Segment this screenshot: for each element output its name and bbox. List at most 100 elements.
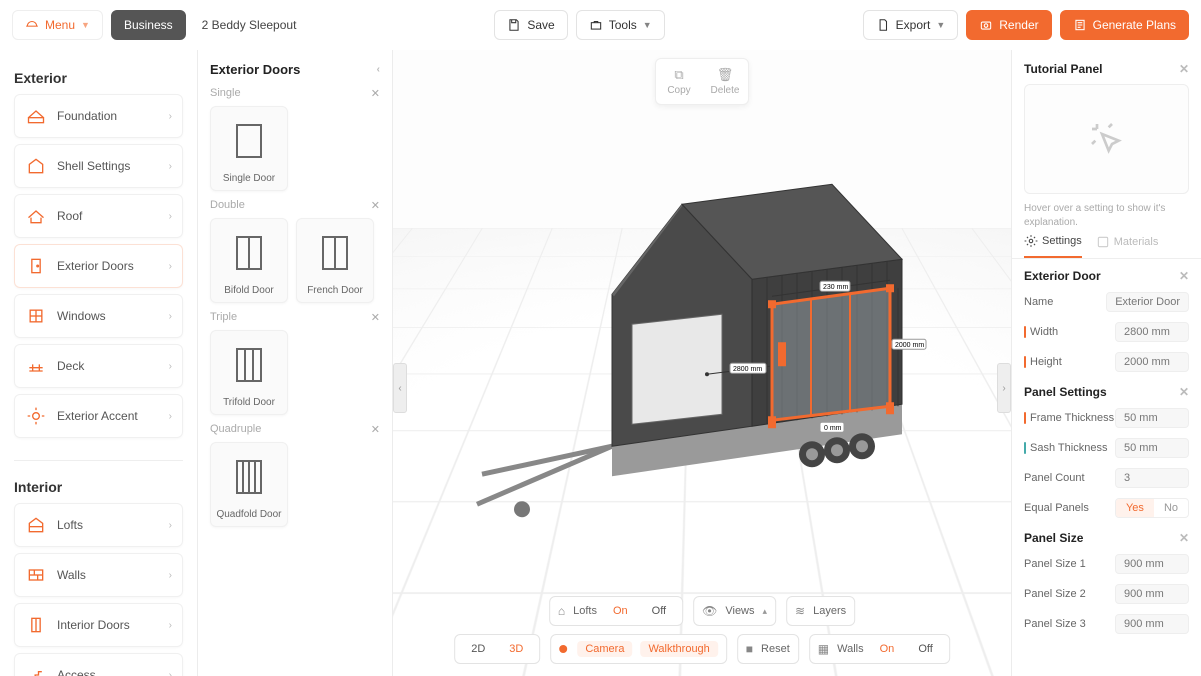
field-height-value[interactable]: 2000 mm	[1115, 352, 1189, 372]
views-dropdown[interactable]: 👁Views▴	[693, 596, 776, 626]
sidebar-exterior-title: Exterior	[14, 64, 183, 94]
sidebar-item-label: Lofts	[57, 518, 159, 532]
panel-size-value[interactable]: 900 mm	[1115, 584, 1189, 604]
close-icon[interactable]: ✕	[371, 87, 380, 100]
sidebar-item-shell-settings[interactable]: Shell Settings›	[14, 144, 183, 188]
close-icon[interactable]: ✕	[371, 423, 380, 436]
hardhat-icon	[25, 18, 39, 32]
door-thumb	[215, 449, 283, 505]
field-width-value[interactable]: 2800 mm	[1115, 322, 1189, 342]
trash-icon: 🗑	[708, 67, 742, 83]
dim-top: 230 mm	[823, 284, 848, 291]
collapse-left-handle[interactable]: ‹	[393, 363, 407, 413]
door-card-trifold-door[interactable]: Trifold Door	[210, 330, 288, 415]
field-sash-value[interactable]: 50 mm	[1115, 438, 1189, 458]
chevron-right-icon: ›	[169, 520, 172, 531]
door-card-label: Trifold Door	[215, 397, 283, 408]
sidebar-item-exterior-doors[interactable]: Exterior Doors›	[14, 244, 183, 288]
close-icon[interactable]: ✕	[1179, 385, 1189, 399]
file-icon	[876, 18, 890, 32]
sidebar-item-interior-doors[interactable]: Interior Doors›	[14, 603, 183, 647]
tab-materials[interactable]: Materials	[1096, 234, 1159, 258]
project-name: 2 Beddy Sleepout	[202, 18, 297, 32]
door-card-bifold-door[interactable]: Bifold Door	[210, 218, 288, 303]
sidebar-item-deck[interactable]: Deck ›	[14, 344, 183, 388]
chevron-up-icon: ▴	[763, 606, 768, 617]
door-thumb	[301, 225, 369, 281]
sidebar-item-label: Exterior Doors	[57, 259, 159, 273]
section-exterior-door: Exterior Door	[1024, 269, 1101, 283]
close-icon[interactable]: ✕	[371, 199, 380, 212]
copy-button[interactable]: ⧉Copy	[656, 59, 702, 104]
eye-icon: 👁	[702, 604, 717, 618]
equal-panels-toggle[interactable]: YesNo	[1115, 498, 1189, 518]
sidebar-item-foundation[interactable]: Foundation›	[14, 94, 183, 138]
tab-settings[interactable]: Settings	[1024, 234, 1082, 258]
door-card-quadfold-door[interactable]: Quadfold Door	[210, 442, 288, 527]
business-tag[interactable]: Business	[111, 10, 186, 40]
sidebar: Exterior Foundation› Shell Settings› Roof›…	[0, 50, 198, 676]
tools-button[interactable]: Tools ▼	[576, 10, 665, 40]
close-icon[interactable]: ✕	[1179, 531, 1189, 545]
field-count-value[interactable]: 3	[1115, 468, 1189, 488]
view-mode-toggle[interactable]: 2D3D	[454, 634, 540, 664]
exterior-doors-icon	[25, 255, 47, 277]
field-width-label: Width	[1030, 326, 1058, 338]
panel-size-label: Panel Size 1	[1024, 558, 1086, 570]
close-icon[interactable]: ✕	[1179, 269, 1189, 283]
chevron-left-icon[interactable]: ‹	[377, 64, 380, 75]
chevron-right-icon: ›	[169, 361, 172, 372]
door-card-label: Quadfold Door	[215, 509, 283, 520]
sidebar-item-exterior-accent[interactable]: Exterior Accent›	[14, 394, 183, 438]
sidebar-item-walls[interactable]: Walls›	[14, 553, 183, 597]
close-icon[interactable]: ✕	[1179, 62, 1189, 76]
menu-button[interactable]: Menu ▼	[12, 10, 103, 40]
field-frame-value[interactable]: 50 mm	[1115, 408, 1189, 428]
chevron-down-icon: ▼	[643, 20, 652, 30]
sidebar-item-windows[interactable]: Windows›	[14, 294, 183, 338]
camera-mode-toggle[interactable]: CameraWalkthrough	[550, 634, 726, 664]
topbar: Menu ▼ Business 2 Beddy Sleepout Save To…	[0, 0, 1201, 50]
delete-button[interactable]: 🗑Delete	[702, 59, 748, 104]
camera-icon	[979, 18, 993, 32]
tutorial-tip: Hover over a setting to show it's explan…	[1024, 202, 1189, 230]
door-card-french-door[interactable]: French Door	[296, 218, 374, 303]
door-card-single-door[interactable]: Single Door	[210, 106, 288, 191]
layers-icon: ≋	[795, 604, 805, 618]
field-name-value[interactable]: Exterior Door	[1106, 292, 1189, 312]
sidebar-item-label: Deck	[57, 359, 159, 373]
generate-plans-button[interactable]: Generate Plans	[1060, 10, 1189, 40]
close-icon[interactable]: ✕	[371, 311, 380, 324]
chevron-right-icon: ›	[169, 411, 172, 422]
sidebar-item-access[interactable]: Access›	[14, 653, 183, 676]
sidebar-item-lofts[interactable]: Lofts ›	[14, 503, 183, 547]
cursor-click-icon	[1087, 119, 1127, 159]
layers-button[interactable]: ≋Layers	[786, 596, 855, 626]
save-button[interactable]: Save	[494, 10, 567, 40]
chevron-right-icon: ›	[169, 670, 172, 676]
panel-size-value[interactable]: 900 mm	[1115, 614, 1189, 634]
render-button[interactable]: Render	[966, 10, 1051, 40]
export-button[interactable]: Export ▼	[863, 10, 959, 40]
sidebar-item-roof[interactable]: Roof›	[14, 194, 183, 238]
lofts-toggle[interactable]: ⌂LoftsOnOff	[549, 596, 683, 626]
walls-icon	[25, 564, 47, 586]
group-label: Quadruple	[210, 423, 261, 436]
inspector-tabs: Settings Materials	[1012, 234, 1201, 259]
viewport-3d[interactable]: ‹ › ⧉Copy 🗑Delete	[393, 50, 1011, 676]
reset-button[interactable]: ■Reset	[737, 634, 799, 664]
shell-settings-icon	[25, 155, 47, 177]
collapse-right-handle[interactable]: ›	[997, 363, 1011, 413]
render-label: Render	[999, 18, 1038, 32]
tiny-house-model[interactable]: 230 mm 2000 mm 2800 mm 0 mm	[472, 174, 932, 537]
view-controls: ⌂LoftsOnOff 👁Views▴ ≋Layers 2D3D CameraW…	[454, 596, 950, 664]
group-label: Single	[210, 87, 241, 100]
exterior-accent-icon	[25, 405, 47, 427]
lofts-icon	[25, 514, 47, 536]
chevron-right-icon: ›	[169, 620, 172, 631]
access-icon	[25, 664, 47, 676]
panel-size-value[interactable]: 900 mm	[1115, 554, 1189, 574]
doors-panel: Exterior Doors ‹ Single✕Single DoorDoubl…	[198, 50, 393, 676]
sidebar-item-label: Walls	[57, 568, 159, 582]
walls-toggle[interactable]: ▦WallsOnOff	[809, 634, 950, 664]
